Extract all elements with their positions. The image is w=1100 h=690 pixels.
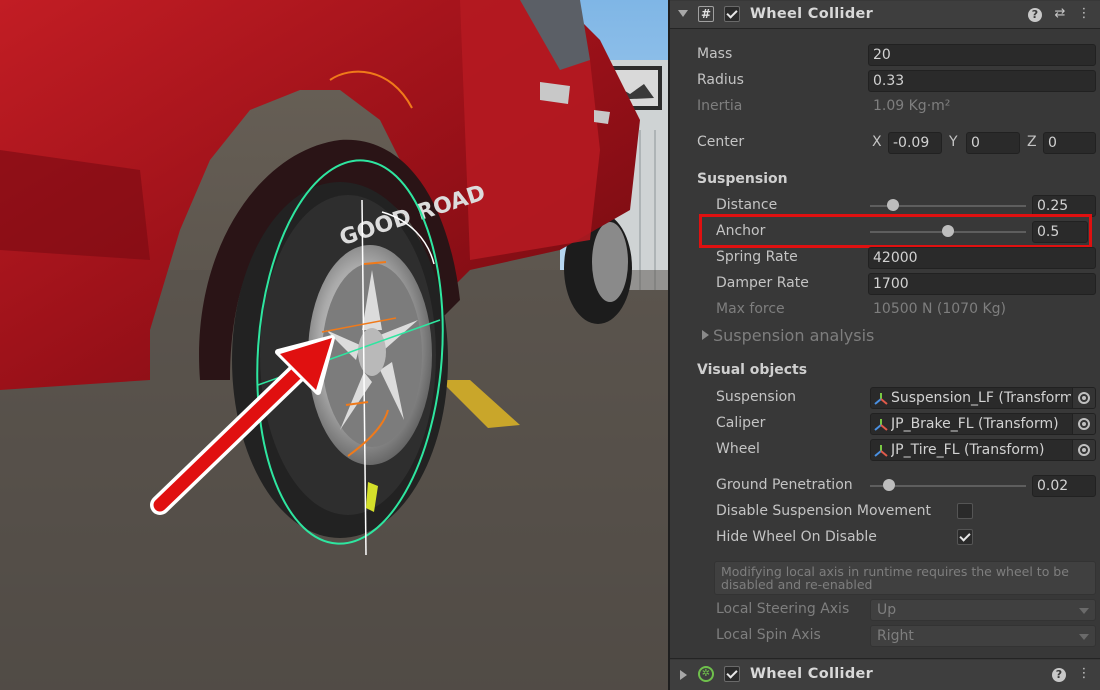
expand-arrow-icon[interactable] (680, 670, 687, 680)
center-z-label[interactable]: Z (1027, 134, 1037, 150)
center-y-label[interactable]: Y (949, 134, 958, 150)
inertia-label: Inertia (697, 98, 743, 114)
scene-render: GOOD ROAD (0, 0, 668, 690)
steering-axis-dropdown[interactable]: Up (870, 599, 1096, 621)
suspension-analysis-foldout[interactable]: Suspension analysis (702, 326, 874, 345)
radius-label: Radius (697, 72, 744, 88)
mass-label: Mass (697, 46, 733, 62)
ground-penetration-slider-handle[interactable] (882, 479, 895, 491)
caliper-object-value: JP_Brake_FL (Transform) (891, 416, 1059, 432)
spin-axis-value: Right (877, 628, 914, 644)
script-hash-icon: # (698, 6, 714, 22)
more-menu-icon[interactable]: ⋮ (1076, 6, 1092, 22)
second-component-header[interactable]: ✲ Wheel Collider ? ⋮ (670, 660, 1100, 690)
expand-arrow-icon (702, 330, 709, 340)
object-picker-icon[interactable] (1072, 440, 1095, 460)
damper-rate-field[interactable]: 1700 (868, 273, 1096, 295)
ground-penetration-label: Ground Penetration (716, 477, 853, 493)
wheel-object-value: JP_Tire_FL (Transform) (891, 442, 1045, 458)
presets-icon[interactable]: ⇄ (1052, 6, 1068, 22)
max-force-label: Max force (716, 301, 785, 317)
center-x-field[interactable]: -0.09 (888, 132, 942, 154)
center-label: Center (697, 134, 745, 150)
help-icon[interactable]: ? (1028, 8, 1042, 22)
component-title: Wheel Collider (750, 6, 874, 22)
local-axis-help-box: Modifying local axis in runtime requires… (714, 561, 1096, 595)
distance-slider-handle[interactable] (887, 199, 900, 211)
suspension-heading: Suspension (697, 171, 788, 187)
ground-penetration-field[interactable]: 0.02 (1032, 475, 1096, 497)
disable-suspension-label: Disable Suspension Movement (716, 503, 932, 519)
visual-objects-heading: Visual objects (697, 362, 808, 378)
transform-icon (874, 445, 888, 457)
radius-field[interactable]: 0.33 (868, 70, 1096, 92)
damper-rate-label: Damper Rate (716, 275, 809, 291)
center-x-label[interactable]: X (872, 134, 882, 150)
spring-rate-field[interactable]: 42000 (868, 247, 1096, 269)
help-icon[interactable]: ? (1052, 668, 1066, 682)
caliper-label: Caliper (716, 415, 766, 431)
steering-axis-value: Up (877, 602, 897, 618)
distance-label: Distance (716, 197, 778, 213)
more-menu-icon[interactable]: ⋮ (1076, 666, 1092, 682)
spring-rate-label: Spring Rate (716, 249, 798, 265)
spin-axis-label: Local Spin Axis (716, 627, 821, 643)
collapse-arrow-icon[interactable] (678, 10, 688, 17)
mass-field[interactable]: 20 (868, 44, 1096, 66)
scene-view[interactable]: GOOD ROAD (0, 0, 668, 690)
spin-axis-dropdown[interactable]: Right (870, 625, 1096, 647)
suspension-object-label: Suspension (716, 389, 797, 405)
caliper-object-field[interactable]: JP_Brake_FL (Transform) (870, 413, 1096, 435)
anchor-highlight-box (699, 214, 1092, 248)
disable-suspension-checkbox[interactable] (957, 503, 973, 519)
suspension-analysis-label: Suspension analysis (713, 326, 875, 345)
transform-icon (874, 393, 888, 405)
center-y-field[interactable]: 0 (966, 132, 1020, 154)
component-divider (670, 658, 1100, 659)
wheel-collider-icon: ✲ (698, 666, 714, 682)
wheel-object-field[interactable]: JP_Tire_FL (Transform) (870, 439, 1096, 461)
transform-icon (874, 419, 888, 431)
object-picker-icon[interactable] (1072, 388, 1095, 408)
hide-wheel-label: Hide Wheel On Disable (716, 529, 877, 545)
chevron-down-icon (1079, 634, 1089, 640)
suspension-object-field[interactable]: Suspension_LF (Transform) (870, 387, 1096, 409)
max-force-value: 10500 N (1070 Kg) (873, 301, 1006, 317)
inertia-value: 1.09 Kg·m² (873, 98, 951, 114)
suspension-object-value: Suspension_LF (Transform) (891, 390, 1071, 406)
center-z-field[interactable]: 0 (1043, 132, 1096, 154)
component-header[interactable]: # Wheel Collider ? ⇄ ⋮ (670, 1, 1100, 29)
steering-axis-label: Local Steering Axis (716, 601, 850, 617)
object-picker-icon[interactable] (1072, 414, 1095, 434)
inspector-panel: # Wheel Collider ? ⇄ ⋮ Mass 20 Radius 0.… (668, 0, 1100, 690)
component-enabled-checkbox[interactable] (724, 6, 740, 22)
wheel-label: Wheel (716, 441, 760, 457)
hide-wheel-checkbox[interactable] (957, 529, 973, 545)
second-component-enabled-checkbox[interactable] (724, 666, 740, 682)
second-component-title: Wheel Collider (750, 666, 874, 682)
chevron-down-icon (1079, 608, 1089, 614)
